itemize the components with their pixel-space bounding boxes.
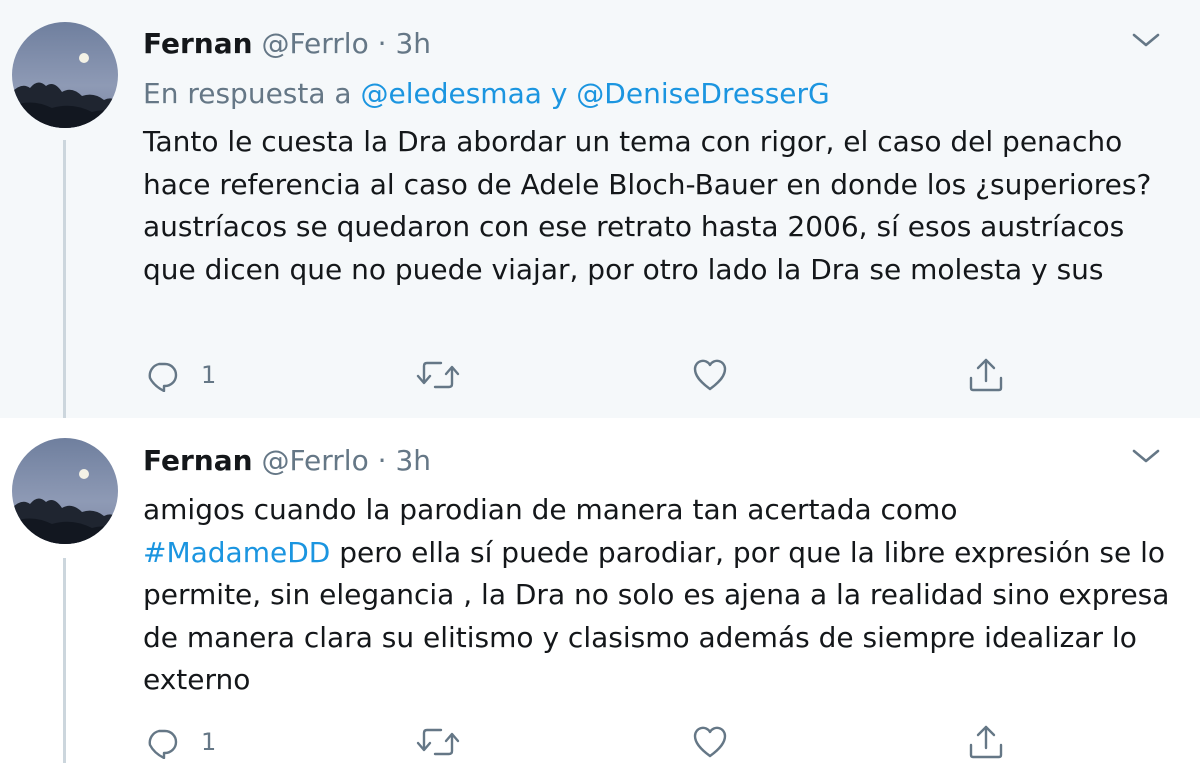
retweet-button[interactable] (415, 355, 461, 395)
chevron-down-icon[interactable] (1130, 446, 1162, 466)
separator-dot: · (377, 444, 387, 477)
tweet-actions: 1 (143, 722, 1023, 762)
reply-count: 1 (201, 361, 217, 389)
retweet-icon (415, 725, 461, 759)
like-button[interactable] (692, 355, 728, 395)
reply-button[interactable]: 1 (145, 355, 216, 395)
heart-icon (692, 358, 728, 392)
mention-link-eledesmaa[interactable]: @eledesmaa (360, 77, 541, 110)
timestamp[interactable]: 3h (395, 27, 431, 60)
user-handle[interactable]: @Ferrlo (261, 27, 368, 60)
share-icon (967, 723, 1005, 761)
tweet-text: Tanto le cuesta la Dra abordar un tema c… (143, 125, 1152, 286)
display-name[interactable]: Fernan (143, 27, 253, 60)
heart-icon (692, 725, 728, 759)
share-button[interactable] (967, 722, 1005, 762)
reply-button[interactable]: 1 (145, 722, 216, 762)
user-handle[interactable]: @Ferrlo (261, 444, 368, 477)
mention-link-denisedresserg[interactable]: @DeniseDresserG (576, 77, 829, 110)
hashtag-link-madamedd[interactable]: #MadameDD (143, 536, 330, 569)
tweet-header: Fernan @Ferrlo · 3h (143, 27, 431, 61)
tweet-text-start: amigos cuando la parodian de manera tan … (143, 493, 958, 526)
reply-conjunction: y (550, 77, 568, 110)
retweet-button[interactable] (415, 722, 461, 762)
display-name[interactable]: Fernan (143, 444, 253, 477)
tweet-1[interactable]: Fernan @Ferrlo · 3h En respuesta a @eled… (0, 0, 1200, 418)
retweet-icon (415, 358, 461, 392)
avatar[interactable] (12, 22, 118, 128)
separator-dot: · (377, 27, 387, 60)
share-icon (967, 356, 1005, 394)
reply-icon (145, 358, 179, 392)
tweet-text: amigos cuando la parodian de manera tan … (143, 489, 1183, 702)
tweet-header: Fernan @Ferrlo · 3h (143, 444, 431, 478)
reply-icon (145, 725, 179, 759)
reply-context: En respuesta a @eledesmaa y @DeniseDress… (143, 76, 830, 112)
avatar[interactable] (12, 438, 118, 544)
timestamp[interactable]: 3h (395, 444, 431, 477)
reply-prefix: En respuesta a (143, 77, 352, 110)
like-button[interactable] (692, 722, 728, 762)
thread-line (63, 558, 66, 763)
share-button[interactable] (967, 355, 1005, 395)
thread-line (63, 140, 66, 418)
chevron-down-icon[interactable] (1130, 30, 1162, 50)
reply-count: 1 (201, 728, 217, 756)
tweet-actions: 1 (143, 355, 1023, 395)
